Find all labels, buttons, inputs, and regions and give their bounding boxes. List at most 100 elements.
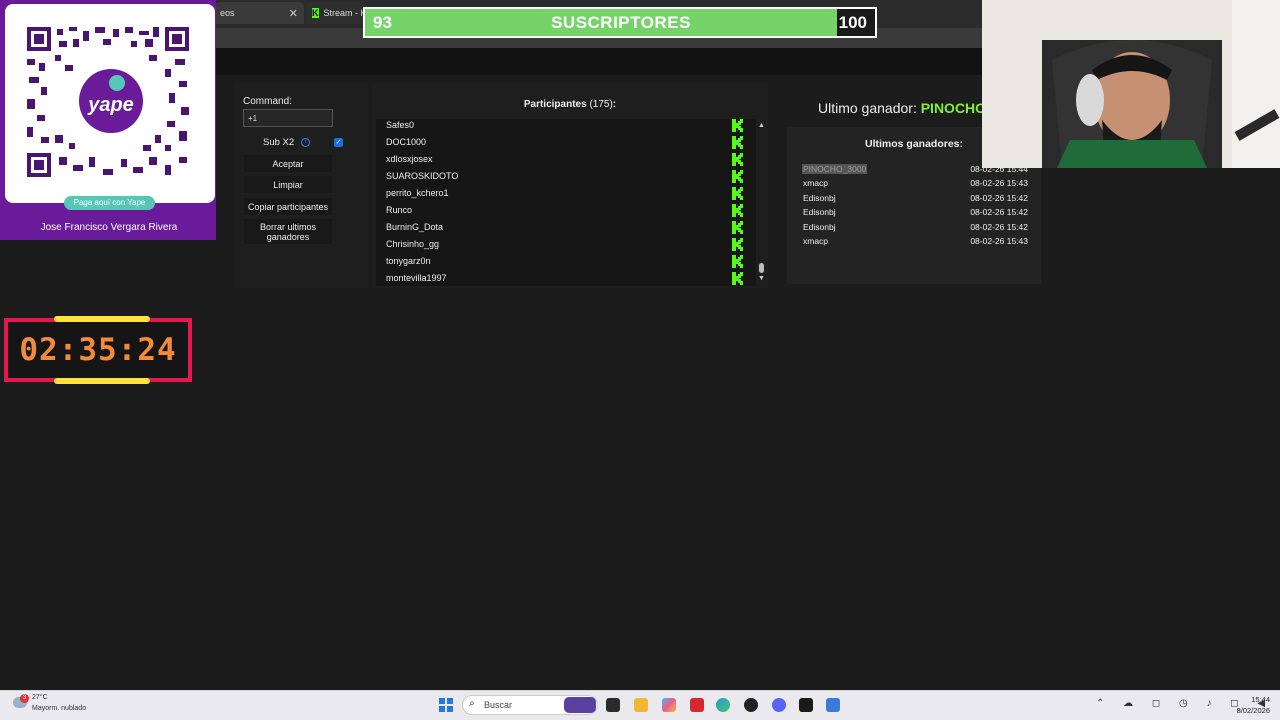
kick-logo-icon bbox=[732, 170, 743, 183]
notepad-icon[interactable] bbox=[826, 698, 840, 712]
participant-name: DOC1000 bbox=[386, 137, 427, 147]
participants-label: Participantes bbox=[523, 99, 587, 110]
participant-row: tonygarz0n bbox=[376, 255, 756, 272]
timer-bottom-accent bbox=[54, 378, 150, 384]
delete-winners-button[interactable]: Borrar ultimos ganadores bbox=[244, 219, 332, 244]
participant-row: montevilla1997 bbox=[376, 272, 756, 286]
winner-name: Edisonbj bbox=[803, 221, 836, 232]
kick-logo-icon bbox=[732, 119, 743, 132]
winner-name: xmacp bbox=[803, 236, 829, 246]
scroll-up-arrow-icon[interactable]: ▲ bbox=[758, 122, 765, 129]
participants-scrollbar-thumb[interactable] bbox=[759, 263, 764, 273]
winner-date: 08-02-26 15:42 bbox=[970, 221, 1028, 232]
webcam-feed bbox=[982, 0, 1280, 168]
qr-code-icon: yape bbox=[27, 27, 189, 177]
copy-participants-button[interactable]: Copiar participantes bbox=[244, 198, 332, 215]
winner-name: Edisonbj bbox=[803, 192, 836, 203]
scroll-down-arrow-icon[interactable]: ▼ bbox=[758, 275, 765, 282]
participant-name: SUAROSKIDOTO bbox=[386, 171, 459, 181]
winner-row: xmacp 08-02-26 15:43 bbox=[802, 178, 1028, 192]
svg-text:yape: yape bbox=[87, 94, 134, 116]
winner-date: 08-02-26 15:43 bbox=[970, 236, 1028, 246]
kick-logo-icon bbox=[732, 136, 743, 149]
participants-list[interactable]: Safes0 DOC1000 xdlosxjosex SUAROSKIDOTO perr… bbox=[376, 119, 756, 286]
yape-owner-name: Jose Francisco Vergara Rivera bbox=[40, 222, 178, 233]
kick-logo-icon bbox=[732, 204, 743, 217]
countdown-timer: 02:35:24 bbox=[4, 316, 192, 384]
kick-logo-icon bbox=[732, 272, 743, 285]
participant-name: xdlosxjosex bbox=[386, 154, 433, 164]
kick-logo-icon bbox=[732, 238, 743, 251]
search-highlight-image bbox=[564, 697, 596, 713]
winner-row: Edisonbj 08-02-26 15:42 bbox=[802, 222, 1028, 236]
participants-count: (175) bbox=[589, 99, 613, 110]
weather-temperature[interactable]: 27°C bbox=[32, 694, 48, 701]
browser-tab[interactable]: eos ✕ bbox=[214, 2, 304, 24]
winner-name: PINOCHO_3000 bbox=[802, 164, 868, 174]
copilot-icon[interactable] bbox=[662, 698, 676, 712]
participant-name: Runco bbox=[386, 205, 413, 215]
participant-row: DOC1000 bbox=[376, 136, 756, 153]
winner-row: Edisonbj 08-02-26 15:42 bbox=[802, 193, 1028, 207]
timer-top-accent bbox=[54, 316, 150, 322]
subscribers-goal-bar: 93 SUSCRIPTORES 100 bbox=[363, 7, 877, 38]
search-placeholder: Buscar bbox=[484, 700, 513, 710]
participant-row: perrito_kchero1 bbox=[376, 187, 756, 204]
participant-row: Runco bbox=[376, 204, 756, 221]
participant-row: Chrisinho_gg bbox=[376, 238, 756, 255]
file-explorer-icon[interactable] bbox=[634, 698, 648, 712]
command-label: Command: bbox=[243, 96, 292, 107]
obs-icon[interactable] bbox=[744, 698, 758, 712]
kick-logo-icon bbox=[732, 221, 743, 234]
subscribers-title: SUSCRIPTORES bbox=[551, 13, 691, 32]
clear-button[interactable]: Limpiar bbox=[244, 176, 332, 193]
windows-start-icon[interactable] bbox=[439, 698, 453, 712]
browser-tab-stream[interactable]: K Stream - Ki bbox=[306, 2, 366, 24]
participant-name: Safes0 bbox=[386, 120, 415, 130]
sub-x2-checkbox[interactable]: ✓ bbox=[334, 138, 343, 147]
subscribers-goal: 100 bbox=[838, 13, 867, 32]
search-icon: ⌕ bbox=[469, 698, 475, 709]
winner-row: Edisonbj 08-02-26 15:42 bbox=[802, 207, 1028, 221]
accept-button[interactable]: Aceptar bbox=[244, 155, 332, 172]
clock-date[interactable]: 8/02/2026 bbox=[1232, 706, 1270, 715]
participants-title: Participantes (175): bbox=[372, 99, 768, 110]
weather-description[interactable]: Mayorm. nublado bbox=[32, 705, 86, 712]
app-icon[interactable] bbox=[799, 698, 813, 712]
kick-logo-icon bbox=[732, 153, 743, 166]
winner-name: Edisonbj bbox=[803, 207, 836, 218]
kick-logo-icon bbox=[732, 255, 743, 268]
info-icon[interactable]: i bbox=[301, 138, 310, 147]
command-input[interactable]: +1 bbox=[243, 109, 333, 127]
participant-row: Safes0 bbox=[376, 119, 756, 136]
winner-row: xmacp 08-02-26 15:43 bbox=[802, 236, 1028, 250]
tab-title: Stream - Ki bbox=[323, 8, 367, 18]
winner-date: 08-02-26 15:42 bbox=[970, 192, 1028, 203]
wps-office-icon[interactable] bbox=[690, 698, 704, 712]
close-tab-icon[interactable]: ✕ bbox=[289, 7, 298, 20]
sub-x2-label: Sub X2 bbox=[263, 137, 295, 148]
page-header bbox=[214, 48, 982, 75]
kick-logo-icon bbox=[732, 187, 743, 200]
participant-name: tonygarz0n bbox=[386, 256, 431, 266]
yape-panel: yape Paga aquí con Yape Jose Francisco V… bbox=[0, 0, 216, 240]
timer-value: 02:35:24 bbox=[19, 332, 177, 368]
last-winner: Ultimo ganador: PINOCHO_3 bbox=[818, 100, 1002, 116]
participant-row: xdlosxjosex bbox=[376, 153, 756, 170]
edge-browser-icon[interactable] bbox=[716, 698, 730, 712]
weather-badge: 3 bbox=[20, 694, 29, 703]
task-view-icon[interactable] bbox=[606, 698, 620, 712]
last-winner-label: Ultimo ganador: bbox=[818, 100, 917, 116]
tab-title: eos bbox=[220, 8, 235, 18]
participant-name: perrito_kchero1 bbox=[386, 188, 449, 198]
participant-name: BurninG_Dota bbox=[386, 222, 444, 232]
winner-date: 08-02-26 15:43 bbox=[970, 178, 1028, 189]
participant-name: Chrisinho_gg bbox=[386, 239, 440, 249]
discord-icon[interactable] bbox=[772, 698, 786, 712]
winner-name: xmacp bbox=[803, 178, 829, 189]
kick-logo-icon: K bbox=[312, 8, 319, 18]
clock-time[interactable]: 15:44 bbox=[1246, 695, 1270, 704]
qr-card: yape bbox=[5, 4, 215, 203]
winner-date: 08-02-26 15:42 bbox=[970, 207, 1028, 218]
yape-pay-pill: Paga aquí con Yape bbox=[64, 196, 155, 210]
